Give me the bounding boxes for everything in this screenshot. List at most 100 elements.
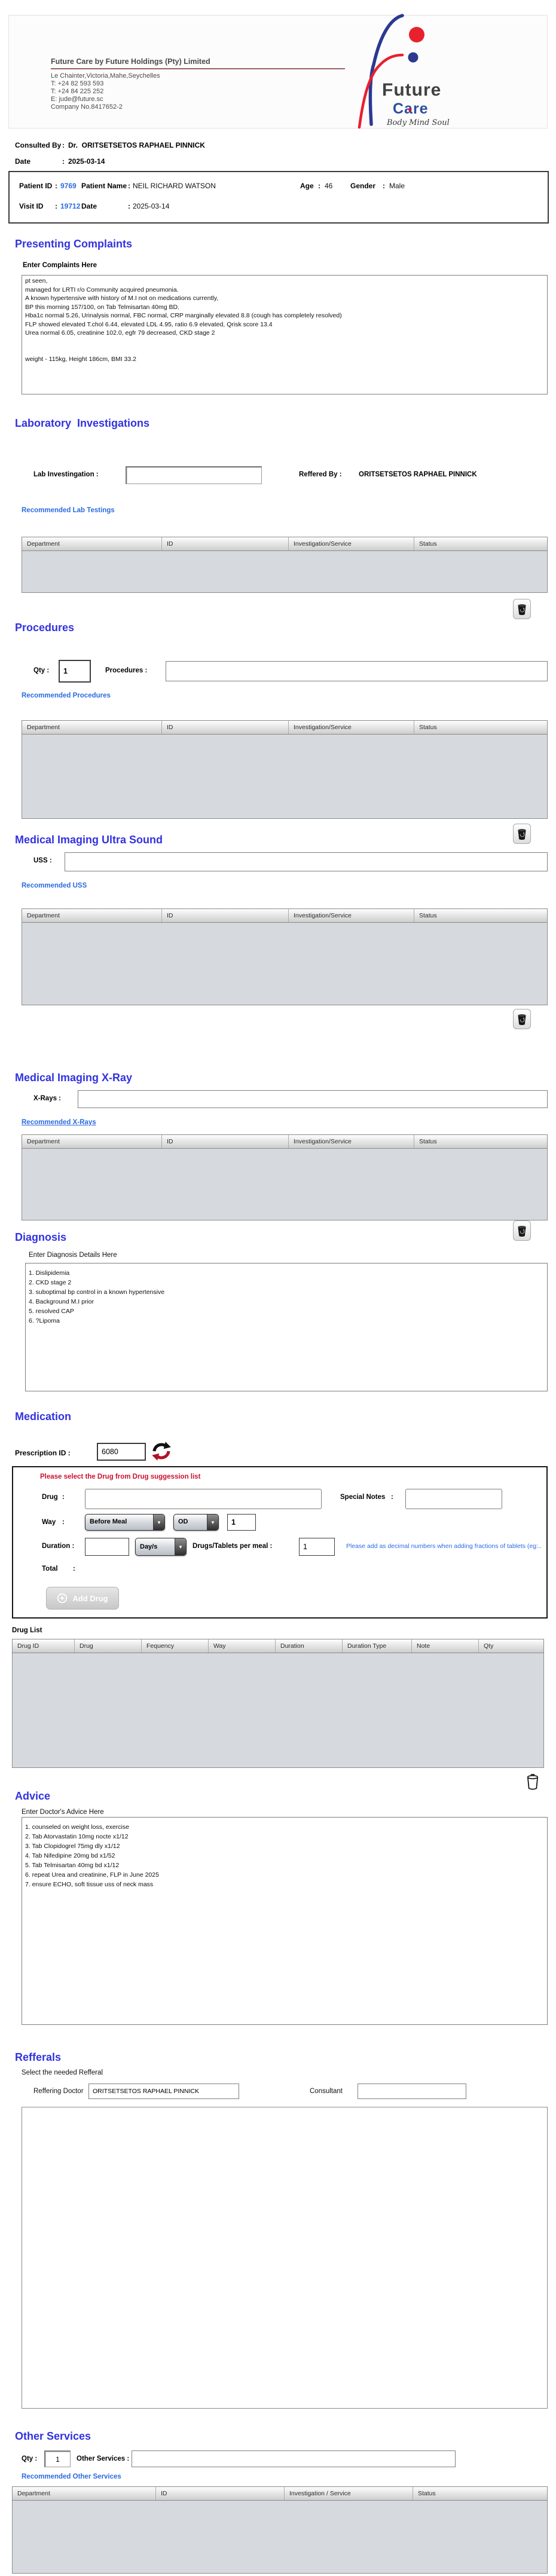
other-services-label: Other Services : [77, 2455, 130, 2462]
column-header-duration-type: Duration Type [343, 1639, 412, 1653]
table-header-row: Department ID Investigation / Service St… [12, 2486, 548, 2501]
drug-list-label: Drug List [12, 1627, 42, 1634]
per-meal-input[interactable] [299, 1538, 335, 1556]
column-header-investigation: Investigation/Service [289, 721, 414, 734]
duration-unit-value: Day/s [140, 1543, 158, 1550]
special-notes-input[interactable] [405, 1489, 502, 1509]
procedures-qty-label: Qty : [33, 667, 50, 674]
procedures-table: Department ID Investigation/Service Stat… [22, 720, 548, 819]
duration-input[interactable] [85, 1538, 129, 1556]
procedures-input[interactable] [166, 661, 548, 681]
complaints-subtitle: Enter Complaints Here [23, 262, 97, 269]
per-meal-label: Drugs/Tablets per meal : [193, 1543, 273, 1550]
patient-id-label: Patient ID [19, 182, 53, 190]
refferal-list-box[interactable] [22, 2107, 548, 2409]
duration-label: Duration : [42, 1543, 75, 1550]
procedures-qty-input[interactable] [59, 660, 91, 683]
complaints-textarea[interactable]: pt seen, managed for LRTI r/o Community … [22, 275, 548, 394]
colon: : [128, 182, 130, 190]
refresh-prescription-button[interactable] [151, 1440, 172, 1462]
patient-id-value: 9769 [60, 182, 77, 190]
refferals-subtitle: Select the needed Refferal [22, 2069, 103, 2076]
xray-input[interactable] [78, 1090, 548, 1108]
add-drug-label: Add Drug [72, 1593, 108, 1603]
chevron-down-icon: ▼ [153, 1515, 164, 1530]
uss-table: Department ID Investigation/Service Stat… [22, 908, 548, 1005]
delete-uss-button[interactable] [513, 1009, 531, 1029]
way-label: Way [42, 1519, 56, 1526]
section-title-diagnosis: Diagnosis [15, 1231, 67, 1243]
column-header-way: Way [209, 1639, 276, 1653]
reffered-by-value: ORITSETSETOS RAPHAEL PINNICK [359, 471, 477, 478]
recommended-uss-label: Recommended USS [22, 882, 87, 889]
column-header-investigation: Investigation / Service [285, 2487, 413, 2500]
table-header-row: Drug ID Drug Fequency Way Duration Durat… [12, 1639, 544, 1653]
colon: : [383, 182, 385, 190]
lab-investigation-input[interactable] [126, 466, 262, 484]
prescription-id-input[interactable] [97, 1443, 146, 1461]
consulted-by-value: Dr. ORITSETSETOS RAPHAEL PINNICK [68, 141, 205, 149]
column-header-department: Department [22, 721, 162, 734]
date-label: Date [15, 157, 31, 166]
visit-date-value: 2025-03-14 [133, 202, 170, 210]
company-name: Future Care by Future Holdings (Pty) Lim… [51, 57, 210, 66]
column-header-qty: Qty [484, 1642, 494, 1650]
advice-textarea[interactable]: 1. counseled on weight loss, exercise 2.… [22, 1817, 548, 2025]
column-header-id: ID [156, 2487, 285, 2500]
table-header-row: Department ID Investigation/Service Stat… [22, 537, 548, 551]
colon: : [62, 1494, 65, 1501]
uss-input[interactable] [65, 852, 548, 871]
table-body-empty [12, 2501, 548, 2574]
other-services-qty-label: Qty : [22, 2455, 38, 2462]
trash-icon [518, 828, 526, 840]
trash-icon [518, 1014, 526, 1025]
drug-input[interactable] [85, 1489, 322, 1509]
duration-unit-select[interactable]: Day/s ▼ [135, 1538, 187, 1556]
column-header-department: Department [22, 1135, 162, 1148]
column-header-department: Department [22, 909, 162, 922]
colon: : [62, 141, 65, 149]
patient-info-box: Patient ID : 9769 Patient Name : NEIL RI… [8, 171, 549, 224]
column-header-status: Status [419, 724, 437, 731]
reffered-by-label: Reffered By : [299, 471, 342, 478]
column-header-drug-id: Drug ID [13, 1639, 75, 1653]
table-body-empty [12, 1653, 544, 1768]
delete-xray-button[interactable] [513, 1220, 531, 1241]
decimal-hint: Please add as decimal numbers when addin… [346, 1543, 542, 1550]
other-services-input[interactable] [132, 2450, 456, 2467]
logo-word-future: Future [382, 80, 442, 100]
add-icon [57, 1593, 68, 1604]
delete-drug-button[interactable] [524, 1770, 542, 1793]
consultant-input[interactable] [358, 2084, 466, 2099]
advice-subtitle: Enter Doctor's Advice Here [22, 1809, 104, 1816]
prescription-id-label: Prescription ID : [15, 1449, 71, 1457]
table-body-empty [22, 923, 548, 1005]
colon: : [55, 202, 57, 210]
date-value: 2025-03-14 [68, 157, 105, 166]
way-select[interactable]: Before Meal ▼ [85, 1514, 165, 1531]
reffering-doctor-input[interactable] [88, 2084, 239, 2099]
procedures-label: Procedures : [105, 667, 148, 674]
column-header-status: Status [419, 540, 437, 547]
recommended-xray-label: Recommended X-Rays [22, 1119, 96, 1126]
column-header-status: Status [418, 2490, 436, 2497]
add-drug-button[interactable]: Add Drug [46, 1587, 119, 1610]
delete-procedure-button[interactable] [513, 824, 531, 844]
company-address: Le Chainter,Victoria,Mahe,Seychelles T: … [51, 72, 160, 111]
trash-icon [518, 604, 526, 615]
total-label: Total [42, 1565, 58, 1572]
xray-table: Department ID Investigation/Service Stat… [22, 1134, 548, 1220]
diagnosis-textarea[interactable]: 1. Dislipidemia 2. CKD stage 2 3. subopt… [25, 1263, 548, 1391]
column-header-note: Note [412, 1639, 479, 1653]
colon: : [62, 157, 65, 166]
column-header-id: ID [162, 909, 289, 922]
column-header-drug: Drug [75, 1639, 142, 1653]
other-services-qty-input[interactable] [44, 2450, 71, 2467]
frequency-select[interactable]: OD ▼ [173, 1514, 219, 1531]
section-title-ultrasound: Medical Imaging Ultra Sound [15, 834, 163, 846]
consultant-label: Consultant [310, 2088, 343, 2095]
delete-lab-button[interactable] [513, 599, 531, 619]
table-header-row: Department ID Investigation/Service Stat… [22, 908, 548, 923]
way-qty-input[interactable] [227, 1514, 256, 1531]
column-header-id: ID [162, 537, 289, 550]
